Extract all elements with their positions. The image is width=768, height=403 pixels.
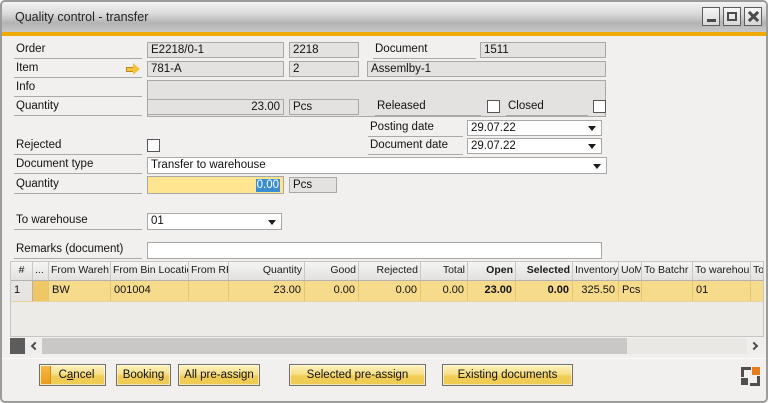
- closed-label: Closed: [506, 100, 588, 116]
- scroll-left-button[interactable]: [25, 338, 42, 354]
- col-uom[interactable]: UoM: [619, 262, 642, 280]
- from-rfid-cell[interactable]: [189, 281, 229, 301]
- scrollbar-track[interactable]: [627, 338, 747, 354]
- document-date-select[interactable]: 29.07.22: [467, 138, 602, 154]
- footer-divider: [2, 358, 766, 359]
- to-warehouse-label: To warehouse: [14, 214, 142, 230]
- closed-checkbox[interactable]: [593, 100, 606, 113]
- col-to-batch[interactable]: To Batchr: [642, 262, 693, 280]
- scroll-right-button[interactable]: [747, 338, 764, 354]
- order-field: E2218/0-1: [147, 42, 284, 58]
- document-type-label: Document type: [14, 158, 142, 174]
- col-rejected[interactable]: Rejected: [359, 262, 421, 280]
- chevron-down-icon: [588, 126, 596, 131]
- quantity-uom-field: Pcs: [289, 99, 359, 115]
- document-type-select[interactable]: Transfer to warehouse: [147, 157, 607, 174]
- minimize-icon: [707, 19, 716, 22]
- maximize-icon: [727, 12, 737, 21]
- chevron-down-icon: [593, 164, 601, 169]
- released-label: Released: [375, 100, 481, 116]
- item-name-field: Assemlby-1: [367, 61, 606, 77]
- remarks-input[interactable]: [147, 242, 602, 259]
- to-batch-cell[interactable]: [642, 281, 693, 301]
- transfer-lines-table: # ... From Wareh From Bin Locatic From R…: [10, 261, 764, 337]
- uom-cell[interactable]: Pcs: [619, 281, 642, 301]
- col-to-warehouse[interactable]: To warehou: [693, 262, 751, 280]
- chevron-left-icon: [31, 342, 39, 350]
- document-field: 1511: [480, 42, 606, 58]
- window-title: Quality control - transfer: [2, 10, 148, 24]
- col-total[interactable]: Total: [421, 262, 468, 280]
- item-link-arrow-icon[interactable]: [126, 63, 140, 75]
- col-quantity[interactable]: Quantity: [229, 262, 305, 280]
- row-number-cell[interactable]: 1: [11, 281, 33, 301]
- selected-text: 0.00: [256, 179, 280, 192]
- col-dots[interactable]: ...: [33, 262, 49, 280]
- from-bin-cell[interactable]: 001004: [111, 281, 189, 301]
- open-cell[interactable]: 23.00: [468, 281, 516, 301]
- order-label: Order: [14, 43, 142, 59]
- rejected-cell[interactable]: 0.00: [359, 281, 421, 301]
- to-cell[interactable]: [751, 281, 763, 301]
- quantity-cell[interactable]: 23.00: [229, 281, 305, 301]
- chevron-down-icon: [268, 220, 276, 225]
- close-icon: [748, 11, 759, 22]
- chevron-down-icon: [588, 144, 596, 149]
- quantity-label: Quantity: [14, 100, 142, 116]
- scrollbar-thumb[interactable]: [42, 338, 627, 354]
- posting-date-label: Posting date: [368, 121, 463, 137]
- chevron-right-icon: [750, 342, 758, 350]
- to-warehouse-select[interactable]: 01: [147, 213, 282, 230]
- quality-control-transfer-window: Quality control - transfer Order E2218/0…: [0, 0, 768, 403]
- col-row-number[interactable]: #: [11, 262, 33, 280]
- selected-pre-assign-button[interactable]: Selected pre-assign: [289, 364, 426, 386]
- booking-button[interactable]: Booking: [116, 364, 171, 386]
- col-to[interactable]: To: [751, 262, 763, 280]
- rejected-label: Rejected: [14, 139, 142, 155]
- resize-grip-icon[interactable]: [741, 367, 760, 386]
- rejected-checkbox[interactable]: [147, 139, 160, 152]
- col-selected[interactable]: Selected: [516, 262, 573, 280]
- document-date-label: Document date: [368, 139, 463, 155]
- title-bar[interactable]: Quality control - transfer: [2, 2, 766, 32]
- table-row[interactable]: 1 BW 001004 23.00 0.00 0.00 0.00 23.00 0…: [11, 281, 763, 302]
- total-cell[interactable]: 0.00: [421, 281, 468, 301]
- quantity-field: 23.00: [147, 99, 284, 115]
- item-code-field: 781-A: [147, 61, 284, 77]
- horizontal-scrollbar[interactable]: [10, 338, 764, 354]
- col-from-rfid[interactable]: From RFI: [189, 262, 229, 280]
- maximize-button[interactable]: [723, 7, 741, 26]
- selected-cell[interactable]: 0.00: [516, 281, 573, 301]
- item-line-field: 2: [289, 61, 359, 77]
- minimize-button[interactable]: [702, 7, 720, 26]
- accent-bar: [2, 32, 766, 36]
- scrollbar-grab-handle[interactable]: [10, 338, 25, 354]
- col-inventory[interactable]: Inventory: [573, 262, 619, 280]
- document-label: Document: [373, 43, 476, 59]
- to-warehouse-cell[interactable]: 01: [693, 281, 751, 301]
- remarks-label: Remarks (document): [14, 243, 142, 259]
- entry-quantity-uom-field: Pcs: [289, 177, 337, 193]
- col-from-bin-location[interactable]: From Bin Locatic: [111, 262, 189, 280]
- entry-quantity-input[interactable]: 0.00: [147, 176, 284, 194]
- released-checkbox[interactable]: [487, 100, 500, 113]
- dots-cell[interactable]: [33, 281, 49, 301]
- item-label: Item: [14, 62, 142, 78]
- existing-documents-button[interactable]: Existing documents: [442, 364, 573, 386]
- col-open[interactable]: Open: [468, 262, 516, 280]
- good-cell[interactable]: 0.00: [305, 281, 359, 301]
- cancel-button[interactable]: Cancel: [39, 364, 106, 386]
- col-from-warehouse[interactable]: From Wareh: [49, 262, 111, 280]
- all-pre-assign-button[interactable]: All pre-assign: [178, 364, 260, 386]
- close-button[interactable]: [744, 7, 762, 26]
- inventory-cell[interactable]: 325.50: [573, 281, 619, 301]
- posting-date-select[interactable]: 29.07.22: [467, 120, 602, 136]
- entry-quantity-label: Quantity: [14, 178, 142, 194]
- default-button-stripe: [41, 366, 51, 384]
- col-good[interactable]: Good: [305, 262, 359, 280]
- order-number-field: 2218: [289, 42, 359, 58]
- table-header-row: # ... From Wareh From Bin Locatic From R…: [11, 262, 763, 281]
- from-warehouse-cell[interactable]: BW: [49, 281, 111, 301]
- info-label: Info: [14, 81, 142, 97]
